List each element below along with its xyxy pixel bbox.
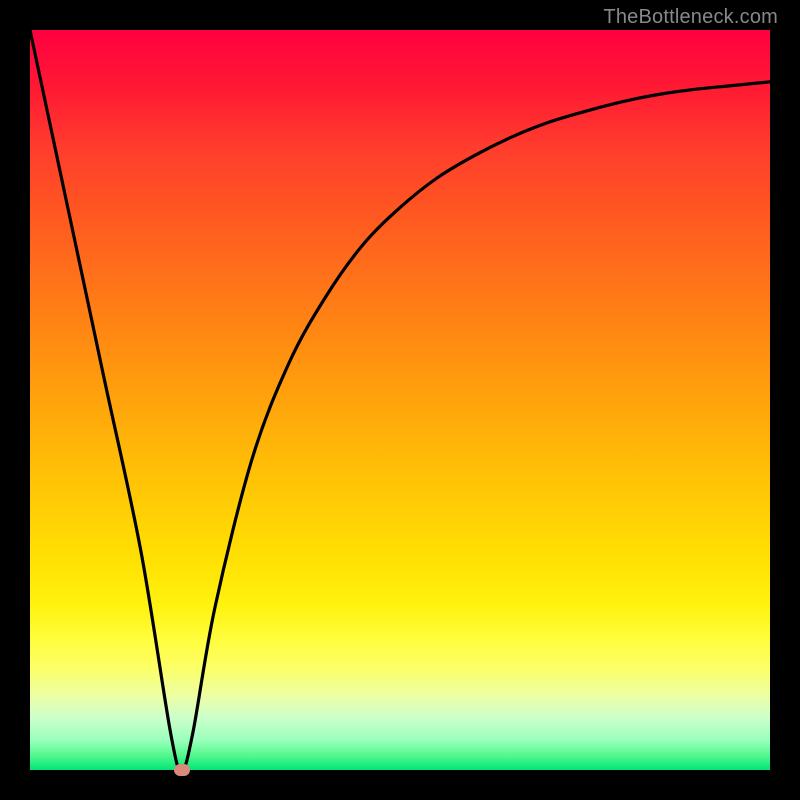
optimal-point-marker — [174, 764, 190, 776]
chart-frame: TheBottleneck.com — [0, 0, 800, 800]
bottleneck-curve-svg — [30, 30, 770, 770]
bottleneck-curve — [30, 30, 770, 770]
watermark-text: TheBottleneck.com — [603, 6, 778, 29]
plot-area — [30, 30, 770, 770]
